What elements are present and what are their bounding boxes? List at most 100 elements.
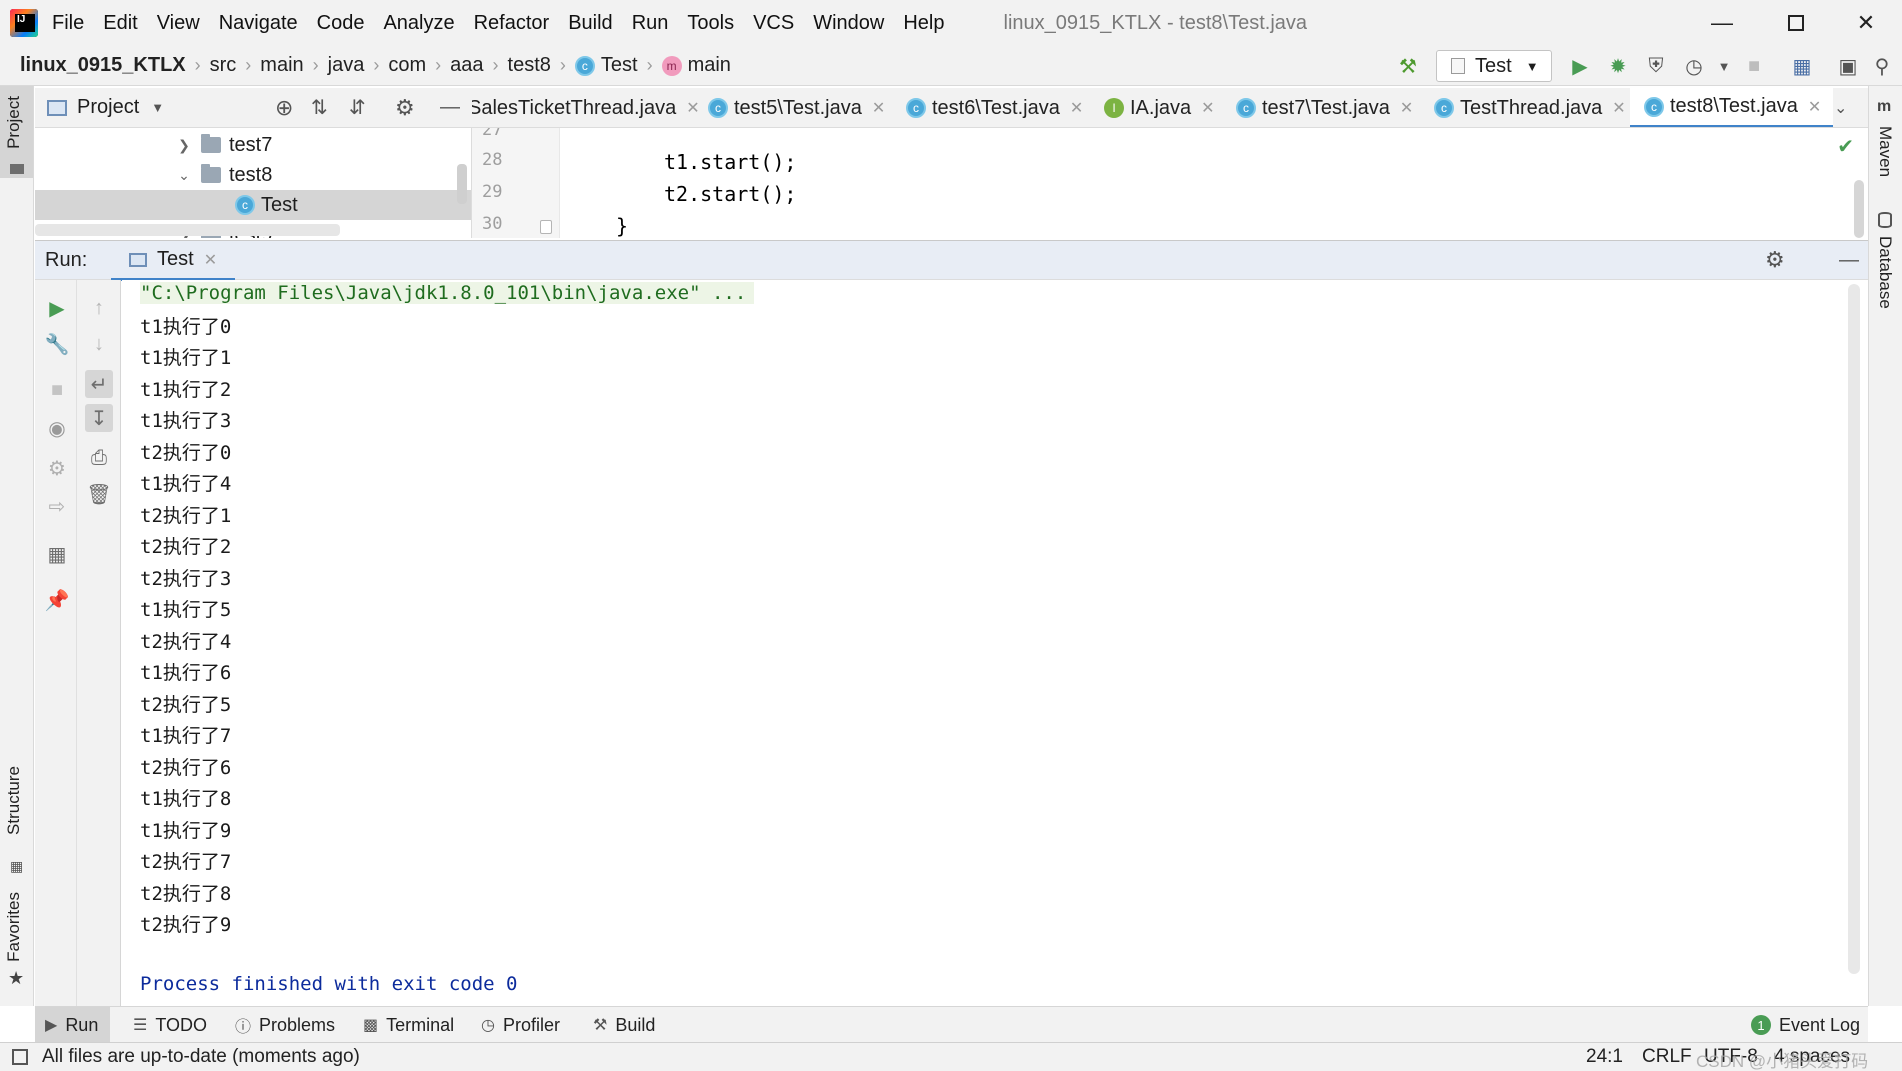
tab-test6-test[interactable]: c test6\Test.java ✕ xyxy=(906,88,1083,127)
status-square-icon[interactable] xyxy=(12,1049,28,1065)
menu-window[interactable]: Window xyxy=(813,12,884,35)
tab-test5-test[interactable]: c test5\Test.java ✕ xyxy=(708,88,885,127)
gear-icon[interactable]: ⚙ xyxy=(1765,247,1785,273)
breadcrumb-test8[interactable]: test8 xyxy=(508,54,551,77)
tool-build[interactable]: ⚒ Build xyxy=(593,1007,655,1043)
tool-event-log[interactable]: 1 Event Log xyxy=(1751,1007,1860,1043)
close-tab-icon[interactable]: ✕ xyxy=(1201,98,1214,118)
breadcrumb-com[interactable]: com xyxy=(388,54,426,77)
project-structure-icon[interactable]: ▦ xyxy=(1788,52,1816,80)
maximize-button[interactable] xyxy=(1766,0,1826,46)
run-tab-test[interactable]: Test ✕ xyxy=(111,241,236,281)
camera-icon[interactable]: ◉ xyxy=(43,414,71,442)
close-tab-icon[interactable]: ✕ xyxy=(204,250,217,270)
menu-edit[interactable]: Edit xyxy=(103,12,137,35)
chevron-down-icon[interactable]: ▼ xyxy=(151,100,164,115)
console-scrollbar[interactable] xyxy=(1848,284,1860,974)
breadcrumb-test-class[interactable]: c Test xyxy=(574,54,638,77)
profile-icon[interactable]: ◷ xyxy=(1680,52,1708,80)
minimize-button[interactable]: — xyxy=(1692,0,1752,46)
settings-debug-icon[interactable]: ⚙ xyxy=(43,454,71,482)
menu-view[interactable]: View xyxy=(157,12,200,35)
tool-todo[interactable]: ☰ TODO xyxy=(133,1007,207,1043)
layout-icon[interactable]: ▦ xyxy=(43,540,71,568)
breadcrumb-main-method[interactable]: m main xyxy=(661,54,731,77)
tool-terminal[interactable]: ▩ Terminal xyxy=(363,1007,454,1043)
tool-problems[interactable]: ⓘ Problems xyxy=(235,1007,335,1043)
close-tab-icon[interactable]: ✕ xyxy=(1612,98,1625,118)
menu-file[interactable]: File xyxy=(52,12,84,35)
close-tab-icon[interactable]: ✕ xyxy=(1808,97,1821,117)
menu-tools[interactable]: Tools xyxy=(687,12,734,35)
run-configuration-select[interactable]: Test ▼ xyxy=(1436,50,1552,82)
code-editor[interactable]: 27 28 29 30 t1.start(); t2.start(); } ✔ xyxy=(472,128,1868,238)
breadcrumb-aaa[interactable]: aaa xyxy=(450,54,483,77)
close-tab-icon[interactable]: ✕ xyxy=(1070,98,1083,118)
tool-profiler[interactable]: ◷ Profiler xyxy=(481,1007,560,1043)
tab-test7-test[interactable]: c test7\Test.java ✕ xyxy=(1236,88,1413,127)
tab-salesticketthread[interactable]: SalesTicketThread.java ✕ xyxy=(472,88,700,127)
breadcrumb-project[interactable]: linux_0915_KTLX xyxy=(20,54,186,77)
close-tab-icon[interactable]: ✕ xyxy=(1400,98,1413,118)
debug-icon[interactable]: ✹ xyxy=(1604,52,1632,80)
tree-item-test-class[interactable]: c Test xyxy=(35,190,471,220)
menu-build[interactable]: Build xyxy=(568,12,612,35)
project-panel-title[interactable]: Project xyxy=(77,96,139,119)
menu-help[interactable]: Help xyxy=(903,12,944,35)
rerun-icon[interactable]: ▶ xyxy=(43,294,71,322)
arrow-down-icon[interactable]: ↓ xyxy=(85,330,113,358)
inspection-ok-icon[interactable]: ✔ xyxy=(1837,134,1854,159)
tree-scrollbar[interactable] xyxy=(457,164,467,204)
close-tab-icon[interactable]: ✕ xyxy=(872,98,885,118)
search-everywhere-icon[interactable]: ⚲ xyxy=(1868,52,1896,80)
favorites-tool-tab[interactable]: Favorites xyxy=(4,892,24,962)
locate-icon[interactable]: ⊕ xyxy=(275,95,293,121)
tab-test8-test[interactable]: c test8\Test.java ✕ xyxy=(1630,88,1834,127)
close-window-button[interactable]: ✕ xyxy=(1836,0,1896,46)
wrench-icon[interactable]: 🔧 xyxy=(43,330,71,358)
build-hammer-icon[interactable]: ⚒ xyxy=(1394,52,1422,80)
more-run-chevron-icon[interactable]: ▼ xyxy=(1710,52,1738,80)
structure-tool-tab[interactable]: Structure xyxy=(4,766,24,835)
chevron-down-icon[interactable]: ⌄ xyxy=(175,167,193,184)
exit-icon[interactable]: ⇨ xyxy=(43,492,71,520)
stop-icon[interactable]: ■ xyxy=(1740,52,1768,80)
database-tool-tab[interactable]: Database xyxy=(1875,236,1895,309)
breadcrumb-src[interactable]: src xyxy=(210,54,237,77)
soft-wrap-icon[interactable]: ↵ xyxy=(85,370,113,398)
print-icon[interactable]: ⎙ xyxy=(85,444,113,472)
maven-tool-tab[interactable]: Maven xyxy=(1875,126,1895,177)
menu-refactor[interactable]: Refactor xyxy=(474,12,550,35)
tree-horizontal-scrollbar[interactable] xyxy=(35,224,340,236)
tree-item-test8[interactable]: ⌄ test8 xyxy=(175,160,272,190)
line-separator[interactable]: CRLF xyxy=(1642,1046,1692,1068)
tab-ia-java[interactable]: I IA.java ✕ xyxy=(1104,88,1215,127)
collapse-all-icon[interactable]: ⇵ xyxy=(349,95,366,120)
menu-navigate[interactable]: Navigate xyxy=(219,12,298,35)
pin-icon[interactable]: 📌 xyxy=(43,586,71,614)
coverage-icon[interactable]: ⛨ xyxy=(1642,52,1670,80)
tree-item-test7[interactable]: ❯ test7 xyxy=(175,130,272,160)
menu-analyze[interactable]: Analyze xyxy=(383,12,454,35)
menu-run[interactable]: Run xyxy=(632,12,669,35)
trash-icon[interactable]: 🗑 xyxy=(85,480,113,508)
menu-vcs[interactable]: VCS xyxy=(753,12,794,35)
project-tool-tab[interactable]: Project xyxy=(4,96,24,149)
tool-run[interactable]: ▶ Run xyxy=(35,1007,111,1043)
close-tab-icon[interactable]: ✕ xyxy=(686,98,699,118)
hide-panel-icon[interactable]: — xyxy=(1839,249,1859,272)
menu-code[interactable]: Code xyxy=(317,12,365,35)
breadcrumb-main[interactable]: main xyxy=(260,54,303,77)
expand-all-icon[interactable]: ⇅ xyxy=(311,95,328,120)
breadcrumb-java[interactable]: java xyxy=(328,54,365,77)
chevron-right-icon[interactable]: ❯ xyxy=(175,137,193,154)
run-anything-icon[interactable]: ▣ xyxy=(1834,52,1862,80)
scroll-to-end-icon[interactable]: ↧ xyxy=(85,404,113,432)
editor-scrollbar[interactable] xyxy=(1854,180,1864,238)
console-output[interactable]: "C:\Program Files\Java\jdk1.8.0_101\bin\… xyxy=(122,280,1868,1006)
arrow-up-icon[interactable]: ↑ xyxy=(85,294,113,322)
tab-overflow-chevron-icon[interactable]: ⌄ xyxy=(1834,88,1847,127)
tab-testthread[interactable]: c TestThread.java ✕ xyxy=(1434,88,1626,127)
fold-icon[interactable] xyxy=(540,220,552,234)
hide-panel-icon[interactable]: — xyxy=(440,96,460,119)
